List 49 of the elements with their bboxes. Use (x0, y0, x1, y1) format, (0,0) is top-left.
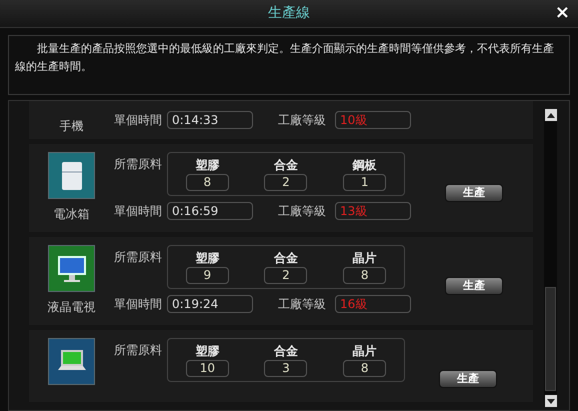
product-name: 手機 (60, 118, 84, 135)
material-name: 塑膠 (195, 158, 220, 172)
time-label: 單個時間 (114, 296, 163, 313)
material-name: 塑膠 (195, 250, 220, 264)
monitor-icon (48, 245, 95, 292)
material-name: 晶片 (352, 344, 377, 358)
scroll-up-icon[interactable] (544, 109, 556, 121)
product-name: 電冰箱 (54, 206, 90, 223)
time-value: 0:16:59 (167, 202, 253, 220)
material-quantity: 1 (343, 174, 386, 190)
factory-level-value: 13級 (335, 202, 411, 220)
material-name: 鋼板 (352, 158, 377, 172)
materials-label: 所需原料 (114, 342, 163, 359)
material-name: 合金 (274, 344, 298, 358)
scroll-thumb[interactable] (545, 287, 556, 391)
scroll-down-icon[interactable] (544, 395, 556, 407)
material-name: 晶片 (352, 250, 377, 264)
product-name: 液晶電視 (48, 299, 96, 316)
scrollbar[interactable] (544, 109, 557, 407)
materials-label: 所需原料 (114, 249, 163, 266)
laptop-icon (48, 338, 95, 385)
factory-level-value: 10級 (335, 111, 411, 129)
material-quantity: 9 (186, 266, 229, 284)
time-label: 單個時間 (114, 112, 163, 129)
produce-button[interactable]: 生產 (445, 184, 503, 202)
factory-level-label: 工廠等級 (278, 296, 327, 313)
material-name: 塑膠 (195, 344, 220, 358)
material-quantity: 10 (186, 360, 229, 376)
material-name: 合金 (274, 158, 298, 172)
material-quantity: 8 (186, 174, 229, 190)
window-title: 生產線 (268, 4, 310, 23)
factory-level-value: 16級 (335, 295, 411, 313)
material-name: 合金 (274, 250, 298, 264)
produce-button[interactable]: 生產 (445, 276, 503, 294)
factory-level-label: 工廠等級 (278, 203, 327, 220)
material-quantity: 3 (264, 360, 308, 376)
material-quantity: 2 (264, 266, 308, 284)
material-quantity: 2 (264, 174, 308, 190)
notice-text: 批量生產的產品按照您選中的最低級的工廠來判定。生產介面顯示的生產時間等僅供參考，不代表所有生產線的生產時間。 (15, 41, 555, 75)
close-button[interactable]: × (554, 2, 570, 24)
time-value: 0:19:24 (167, 295, 253, 313)
material-quantity: 8 (343, 360, 386, 376)
time-value: 0:14:33 (167, 111, 253, 129)
fridge-icon (48, 152, 95, 199)
material-quantity: 8 (343, 266, 386, 284)
time-label: 單個時間 (114, 203, 163, 220)
materials-label: 所需原料 (114, 156, 163, 173)
factory-level-label: 工廠等級 (278, 112, 327, 129)
produce-button[interactable]: 生產 (439, 370, 497, 388)
